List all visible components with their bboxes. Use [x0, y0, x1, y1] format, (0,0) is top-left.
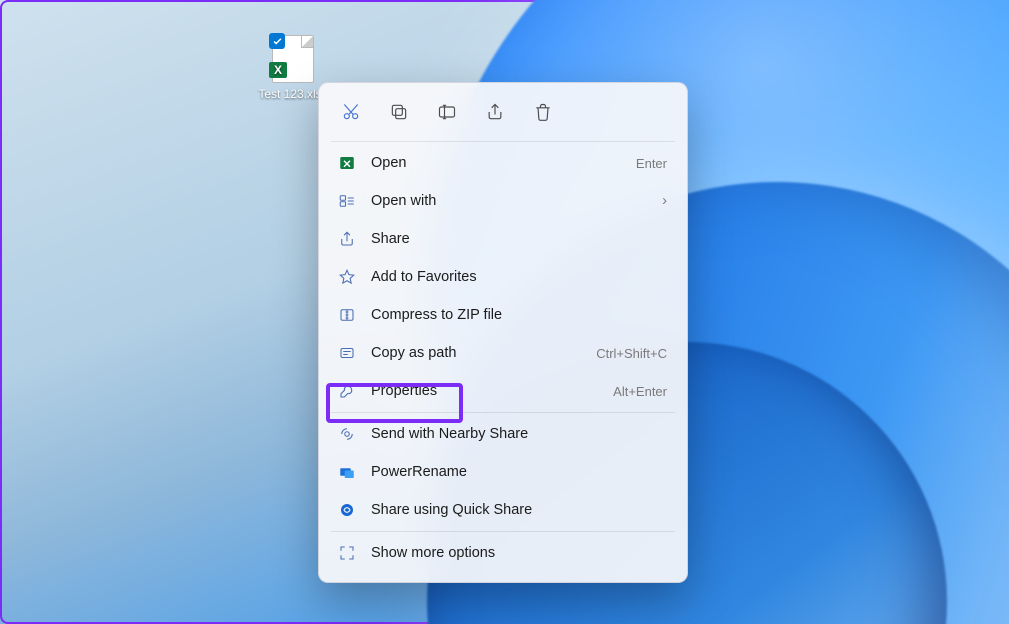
- context-menu: Open Enter Open with › Share Add to Favo…: [318, 82, 688, 583]
- sync-check-icon: [269, 33, 285, 49]
- excel-file-icon: X: [272, 35, 314, 83]
- menu-item-label: PowerRename: [371, 464, 667, 480]
- menu-item-label: Copy as path: [371, 345, 582, 361]
- menu-item-hint: Ctrl+Shift+C: [596, 346, 667, 361]
- menu-item-copy-path[interactable]: Copy as path Ctrl+Shift+C: [325, 334, 681, 372]
- menu-item-label: Share using Quick Share: [371, 502, 667, 518]
- menu-item-quick-share[interactable]: Share using Quick Share: [325, 491, 681, 529]
- menu-item-share[interactable]: Share: [325, 220, 681, 258]
- wrench-icon: [337, 381, 357, 401]
- cut-button[interactable]: [331, 95, 371, 129]
- separator: [331, 141, 675, 142]
- menu-item-compress[interactable]: Compress to ZIP file: [325, 296, 681, 334]
- menu-item-label: Properties: [371, 383, 599, 399]
- menu-item-favorites[interactable]: Add to Favorites: [325, 258, 681, 296]
- copy-button[interactable]: [379, 95, 419, 129]
- nearby-share-icon: [337, 424, 357, 444]
- menu-item-open-with[interactable]: Open with ›: [325, 182, 681, 220]
- menu-item-powerrename[interactable]: PowerRename: [325, 453, 681, 491]
- quick-actions-row: [325, 91, 681, 139]
- rename-button[interactable]: [427, 95, 467, 129]
- star-icon: [337, 267, 357, 287]
- expand-icon: [337, 543, 357, 563]
- menu-item-label: Add to Favorites: [371, 269, 667, 285]
- menu-item-hint: Enter: [636, 156, 667, 171]
- quick-share-icon: [337, 500, 357, 520]
- zip-icon: [337, 305, 357, 325]
- menu-item-more-options[interactable]: Show more options: [325, 534, 681, 572]
- share-icon: [337, 229, 357, 249]
- share-button[interactable]: [475, 95, 515, 129]
- copy-path-icon: [337, 343, 357, 363]
- menu-item-label: Send with Nearby Share: [371, 426, 667, 442]
- separator: [331, 531, 675, 532]
- excel-icon: [337, 153, 357, 173]
- menu-item-label: Open with: [371, 193, 648, 209]
- menu-item-hint: Alt+Enter: [613, 384, 667, 399]
- powerrename-icon: [337, 462, 357, 482]
- menu-item-label: Share: [371, 231, 667, 247]
- menu-item-label: Compress to ZIP file: [371, 307, 667, 323]
- chevron-right-icon: ›: [662, 193, 667, 209]
- menu-item-nearby-share[interactable]: Send with Nearby Share: [325, 415, 681, 453]
- open-with-icon: [337, 191, 357, 211]
- menu-item-label: Open: [371, 155, 622, 171]
- menu-item-properties[interactable]: Properties Alt+Enter: [325, 372, 681, 410]
- menu-item-open[interactable]: Open Enter: [325, 144, 681, 182]
- menu-item-label: Show more options: [371, 545, 667, 561]
- separator: [331, 412, 675, 413]
- delete-button[interactable]: [523, 95, 563, 129]
